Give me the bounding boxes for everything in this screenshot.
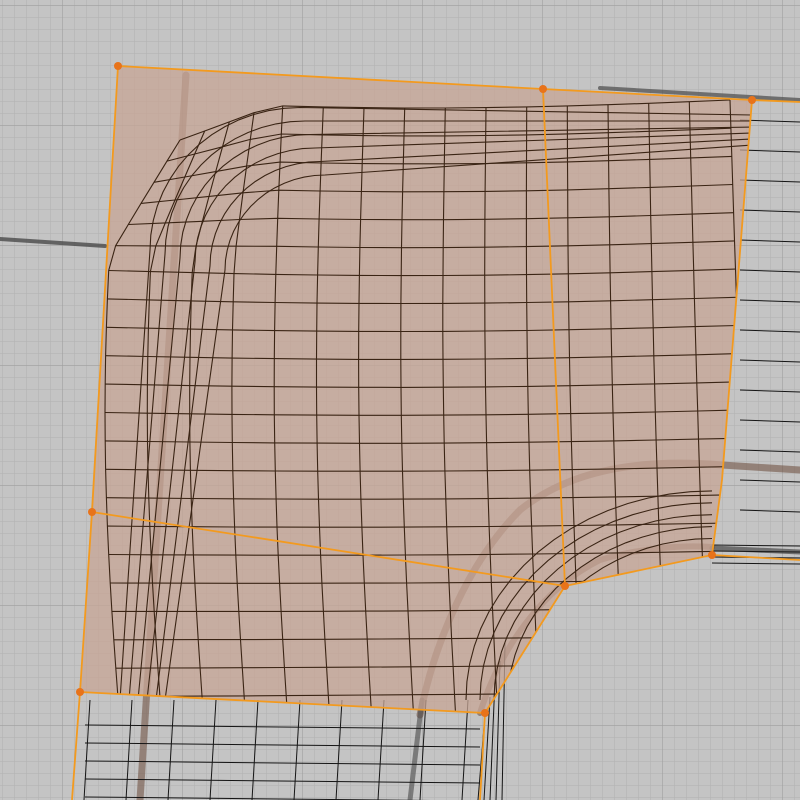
cage-vertex[interactable] [539,85,547,93]
cage-vertex[interactable] [748,96,756,104]
cage-vertex[interactable] [561,582,569,590]
cage-vertex[interactable] [114,62,122,70]
viewport-canvas[interactable] [0,0,800,800]
3d-viewport[interactable] [0,0,800,800]
cage-vertex[interactable] [708,551,716,559]
cage-vertex[interactable] [76,688,84,696]
cage-vertex[interactable] [481,709,489,717]
cage-vertex[interactable] [88,508,96,516]
